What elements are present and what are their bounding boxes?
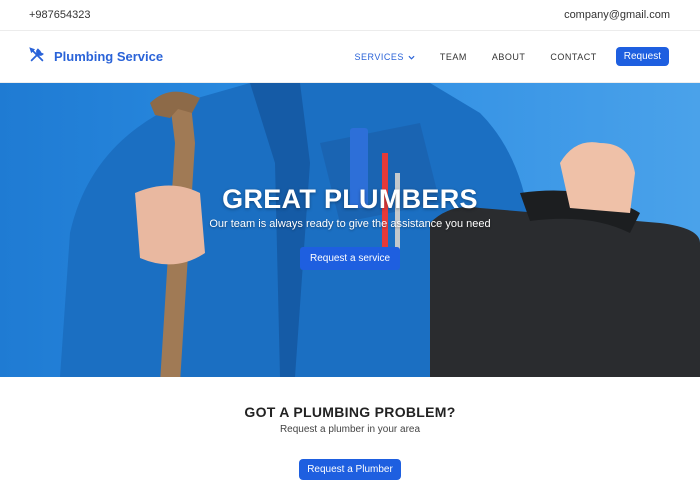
nav-about[interactable]: ABOUT [492,52,526,62]
phone-number: +987654323 [29,9,91,21]
topbar: +987654323 company@gmail.com [0,0,700,31]
problem-section: GOT A PLUMBING PROBLEM? Request a plumbe… [0,377,700,480]
nav-services[interactable]: SERVICES [355,52,415,62]
email-address: company@gmail.com [564,9,670,21]
section-subtitle: Request a plumber in your area [279,424,421,435]
request-plumber-button[interactable]: Request a Plumber [299,459,401,480]
brand-name: Plumbing Service [54,49,164,64]
nav-services-label: SERVICES [354,51,404,62]
chevron-down-icon [408,52,415,62]
navbar: Plumbing Service SERVICES TEAM ABOUT CON… [0,31,700,83]
hero-banner: GREAT PLUMBERS Our team is always ready … [0,83,700,377]
main-nav: SERVICES TEAM ABOUT CONTACT Request [330,47,669,66]
hero-subtitle: Our team is always ready to give the ass… [209,218,491,230]
request-service-button[interactable]: Request a service [299,247,401,270]
request-button[interactable]: Request [615,47,669,66]
nav-team[interactable]: TEAM [440,52,467,62]
hero-title: GREAT PLUMBERS [222,184,478,214]
brand-link[interactable]: Plumbing Service [28,46,163,67]
nav-contact[interactable]: CONTACT [550,52,596,62]
section-title: GOT A PLUMBING PROBLEM? [244,404,456,420]
tools-icon [28,46,46,67]
hero-content: GREAT PLUMBERS Our team is always ready … [0,184,700,270]
